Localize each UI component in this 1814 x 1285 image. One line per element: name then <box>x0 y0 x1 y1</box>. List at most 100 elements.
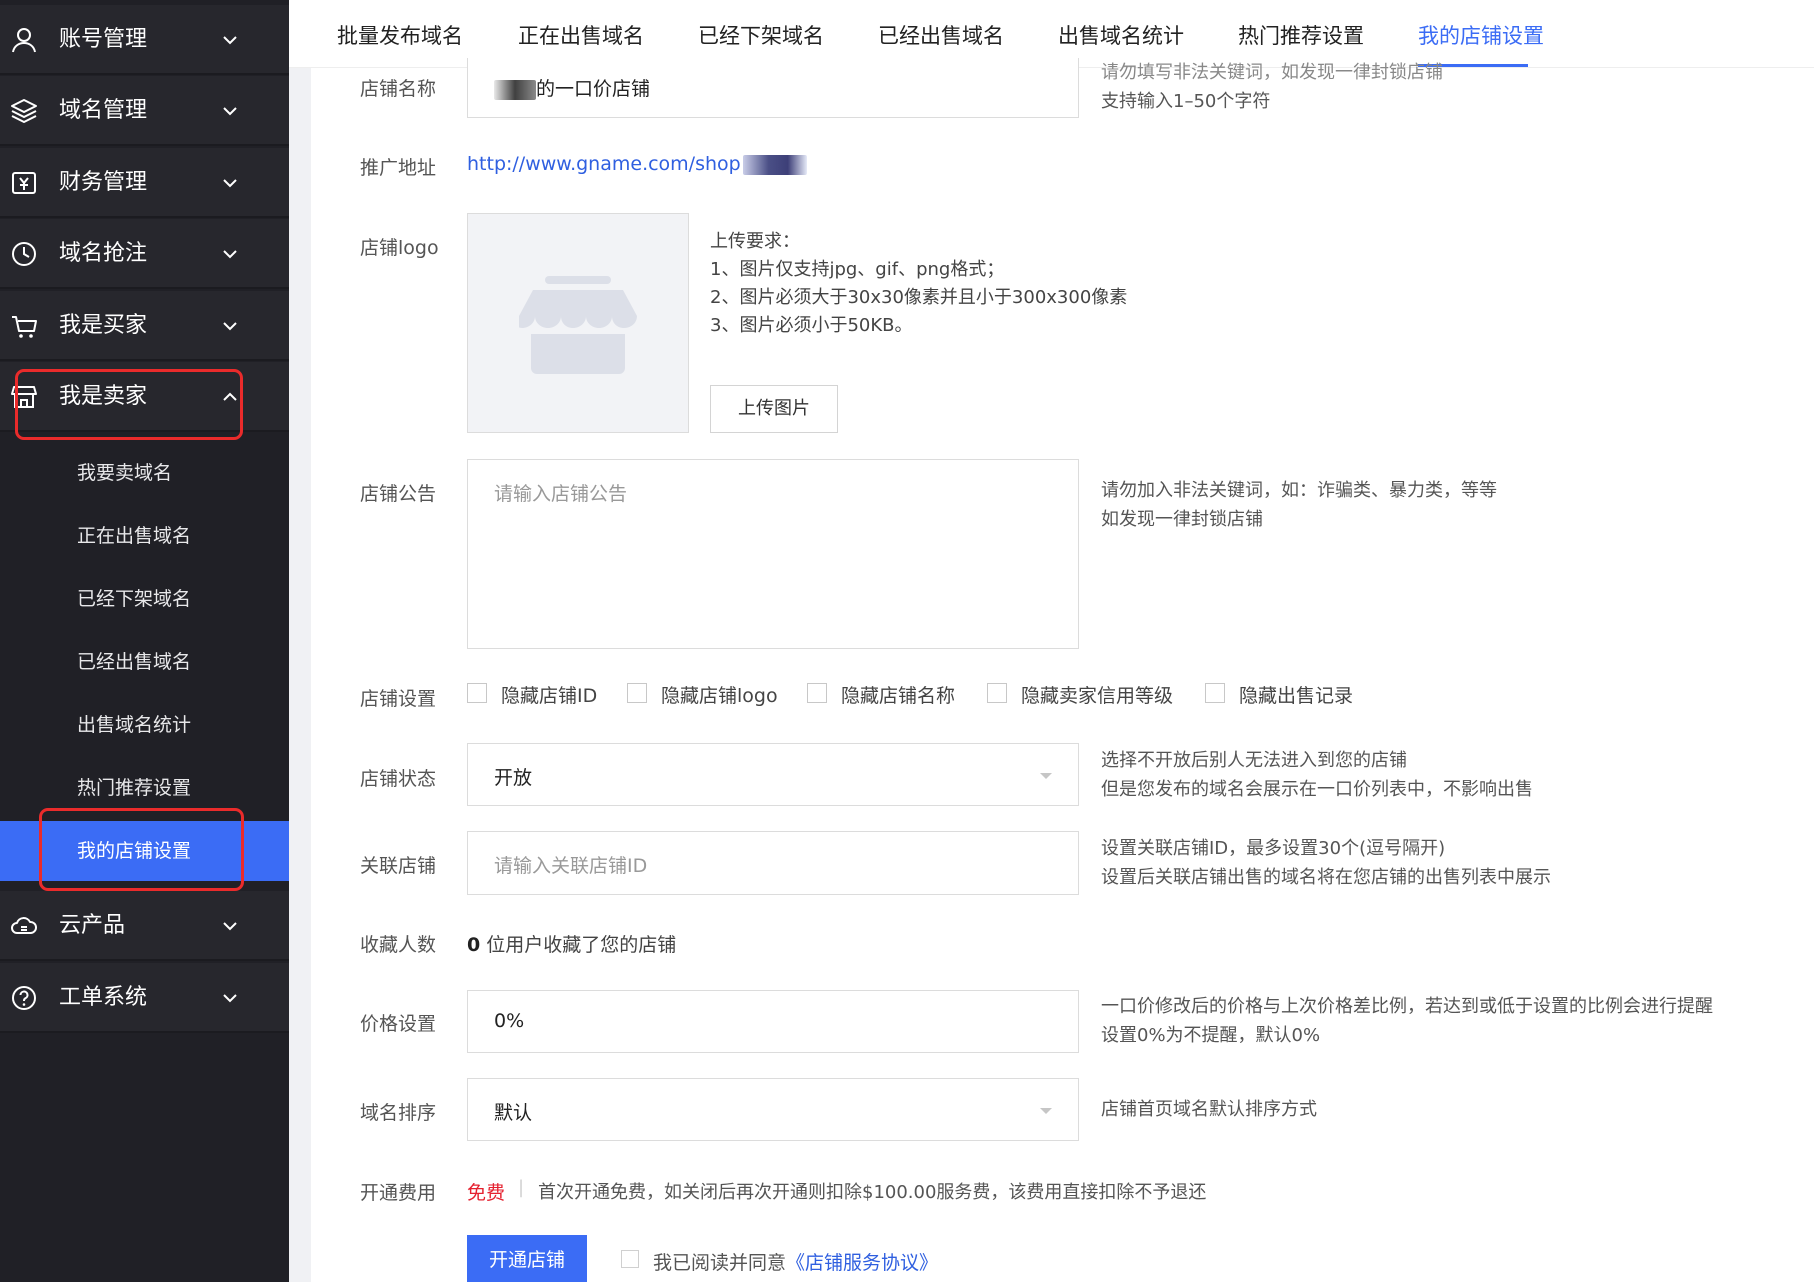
hide-sales-record-label[interactable]: 隐藏出售记录 <box>1239 681 1353 708</box>
chevron-down-icon <box>223 322 237 331</box>
price-value: 0% <box>494 1010 525 1032</box>
chevron-down-icon <box>223 922 237 931</box>
caret-down-icon <box>1040 1108 1052 1114</box>
sidebar-menu-label: 账号管理 <box>59 27 148 52</box>
hide-shop-logo-label[interactable]: 隐藏店铺logo <box>661 681 778 708</box>
hide-seller-credit-label[interactable]: 隐藏卖家信用等级 <box>1021 681 1173 708</box>
upload-req-1: 1、图片仅支持jpg、gif、png格式； <box>710 259 1005 280</box>
cloud-icon <box>11 917 37 934</box>
hide-shop-name-checkbox[interactable] <box>807 683 827 703</box>
upload-req-3: 3、图片必须小于50KB。 <box>710 315 913 336</box>
highlight-shop-settings <box>39 808 244 891</box>
sidebar-menu-label: 我是买家 <box>59 313 148 338</box>
hide-shop-id-checkbox[interactable] <box>467 683 487 703</box>
sidebar-menu-label: 域名管理 <box>59 98 148 123</box>
caret-down-icon <box>1040 773 1052 779</box>
tab-batch-publish[interactable]: 批量发布域名 <box>337 0 463 68</box>
hide-shop-id-label[interactable]: 隐藏店铺ID <box>501 681 597 708</box>
upload-image-button[interactable]: 上传图片 <box>710 385 838 433</box>
sidebar-item-label: 已经下架域名 <box>77 588 192 610</box>
upload-req-2: 2、图片必须大于30x30像素并且小于300x300像素 <box>710 287 1128 308</box>
hide-sales-record-checkbox[interactable] <box>1205 683 1225 703</box>
sidebar-item-label: 出售域名统计 <box>77 714 192 736</box>
sidebar-menu-label: 域名抢注 <box>59 241 148 266</box>
promo-url-link[interactable]: http://www.gname.com/shop <box>467 153 807 175</box>
status-label: 店铺状态 <box>360 768 437 790</box>
sidebar-item-on-sale[interactable]: 正在出售域名 <box>0 506 289 566</box>
sidebar-item-sold[interactable]: 已经出售域名 <box>0 632 289 692</box>
sidebar-menu-domains[interactable]: 域名管理 <box>0 76 289 146</box>
content-gutter <box>289 68 311 1282</box>
fee-description: 首次开通免费，如关闭后再次开通则扣除$100.00服务费，该费用直接扣除不予退还 <box>538 1182 1207 1203</box>
price-hint: 一口价修改后的价格与上次价格差比例，若达到或低于设置的比例会进行提醒 设置0%为… <box>1101 992 1713 1050</box>
promo-url-label: 推广地址 <box>360 157 437 179</box>
favorites-label: 收藏人数 <box>360 934 437 956</box>
status-value: 开放 <box>494 767 533 789</box>
status-hint: 选择不开放后别人无法进入到您的店铺 但是您发布的域名会展示在一口价列表中，不影响… <box>1101 746 1533 804</box>
sidebar-item-sales-stats[interactable]: 出售域名统计 <box>0 695 289 755</box>
sidebar-item-sell-domain[interactable]: 我要卖域名 <box>0 443 289 503</box>
chevron-down-icon <box>223 994 237 1003</box>
finance-icon <box>12 172 36 194</box>
related-hint: 设置关联店铺ID，最多设置30个(逗号隔开) 设置后关联店铺出售的域名将在您店铺… <box>1101 834 1551 892</box>
notice-placeholder: 请输入店铺公告 <box>494 483 628 505</box>
fee-separator: | <box>518 1177 525 1198</box>
price-hint-line1: 一口价修改后的价格与上次价格差比例，若达到或低于设置的比例会进行提醒 <box>1101 996 1713 1017</box>
highlight-seller-menu <box>15 369 243 440</box>
sidebar-menu-snapback[interactable]: 域名抢注 <box>0 219 289 289</box>
sidebar-menu-cloud[interactable]: 云产品 <box>0 891 289 961</box>
favorites-desc: 位用户收藏了您的店铺 <box>486 934 677 956</box>
clock-icon <box>12 242 36 266</box>
hide-shop-name-label[interactable]: 隐藏店铺名称 <box>841 681 955 708</box>
shop-name-label: 店铺名称 <box>360 78 437 100</box>
help-icon <box>12 986 36 1010</box>
shop-placeholder-icon <box>519 276 637 374</box>
status-select[interactable]: 开放 <box>467 743 1079 806</box>
promo-url-text: http://www.gname.com/shop <box>467 153 741 175</box>
notice-label: 店铺公告 <box>360 483 437 505</box>
agreement-prefix: 我已阅读并同意 <box>653 1252 787 1274</box>
user-icon <box>12 28 36 53</box>
shop-name-hint-line1: 请勿填写非法关键词，如发现一律封锁店铺 <box>1101 62 1443 83</box>
sidebar-menu-ticket[interactable]: 工单系统 <box>0 963 289 1033</box>
agreement-text: 我已阅读并同意《店铺服务协议》 <box>653 1248 938 1275</box>
open-shop-button[interactable]: 开通店铺 <box>467 1235 587 1282</box>
price-hint-line2: 设置0%为不提醒，默认0% <box>1101 1025 1321 1046</box>
shop-name-hint-line2: 支持输入1–50个字符 <box>1101 91 1271 112</box>
sidebar-menu-finance[interactable]: 财务管理 <box>0 148 289 218</box>
related-hint-line2: 设置后关联店铺出售的域名将在您店铺的出售列表中展示 <box>1101 867 1551 888</box>
agreement-link[interactable]: 《店铺服务协议》 <box>786 1252 938 1274</box>
sidebar-menu-label: 工单系统 <box>59 985 148 1010</box>
settings-label: 店铺设置 <box>360 688 437 710</box>
notice-textarea[interactable]: 请输入店铺公告 <box>467 459 1079 649</box>
shop-name-value: 的一口价店铺 <box>536 78 651 100</box>
favorites-text: 0 位用户收藏了您的店铺 <box>467 930 676 957</box>
chevron-down-icon <box>223 107 237 116</box>
notice-hint: 请勿加入非法关键词，如：诈骗类、暴力类，等等 如发现一律封锁店铺 <box>1101 476 1497 534</box>
sidebar: 账号管理 域名管理 财务管理 域名抢注 我是买家 我是卖家 我要卖域名 正在出售… <box>0 0 289 1282</box>
hide-seller-credit-checkbox[interactable] <box>987 683 1007 703</box>
fee-label: 开通费用 <box>360 1182 437 1204</box>
shop-name-value-wrap: 的一口价店铺 <box>494 74 650 101</box>
chevron-down-icon <box>223 36 237 45</box>
hide-shop-logo-checkbox[interactable] <box>627 683 647 703</box>
shop-name-input[interactable]: 的一口价店铺 <box>467 58 1079 118</box>
sidebar-menu-buyer[interactable]: 我是买家 <box>0 291 289 361</box>
sidebar-item-delisted[interactable]: 已经下架域名 <box>0 569 289 629</box>
sort-select[interactable]: 默认 <box>467 1078 1079 1141</box>
cart-icon <box>12 316 37 338</box>
chevron-down-icon <box>223 250 237 259</box>
related-shop-input[interactable]: 请输入关联店铺ID <box>467 831 1079 895</box>
agreement-checkbox[interactable] <box>621 1250 639 1268</box>
sidebar-menu-account[interactable]: 账号管理 <box>0 5 289 75</box>
upload-requirements: 上传要求： 1、图片仅支持jpg、gif、png格式； 2、图片必须大于30x3… <box>710 228 1127 340</box>
sidebar-menu-label: 财务管理 <box>59 170 148 195</box>
price-input[interactable]: 0% <box>467 990 1079 1053</box>
sort-hint: 店铺首页域名默认排序方式 <box>1101 1099 1317 1120</box>
status-hint-line2: 但是您发布的域名会展示在一口价列表中，不影响出售 <box>1101 779 1533 800</box>
sidebar-item-label: 已经出售域名 <box>77 651 192 673</box>
notice-hint-line2: 如发现一律封锁店铺 <box>1101 509 1263 530</box>
related-label: 关联店铺 <box>360 855 437 877</box>
sort-value: 默认 <box>494 1102 533 1124</box>
layers-icon <box>11 99 37 123</box>
